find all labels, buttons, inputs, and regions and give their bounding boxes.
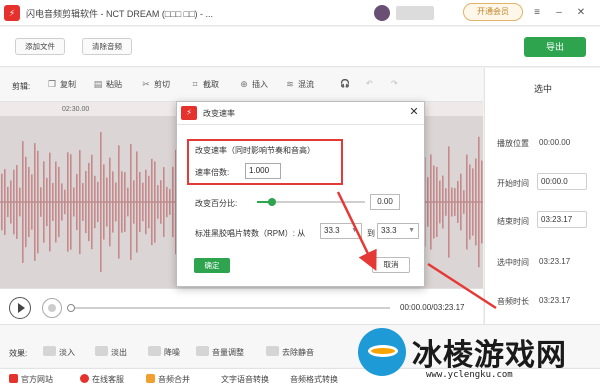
annotation-arrow — [336, 191, 377, 271]
watermark-url: www.yclengku.com — [426, 370, 513, 380]
watermark-text: 冰棱游戏网 — [412, 338, 567, 373]
annotation-arrow-2 — [427, 262, 497, 310]
watermark-logo-inner — [368, 345, 398, 357]
